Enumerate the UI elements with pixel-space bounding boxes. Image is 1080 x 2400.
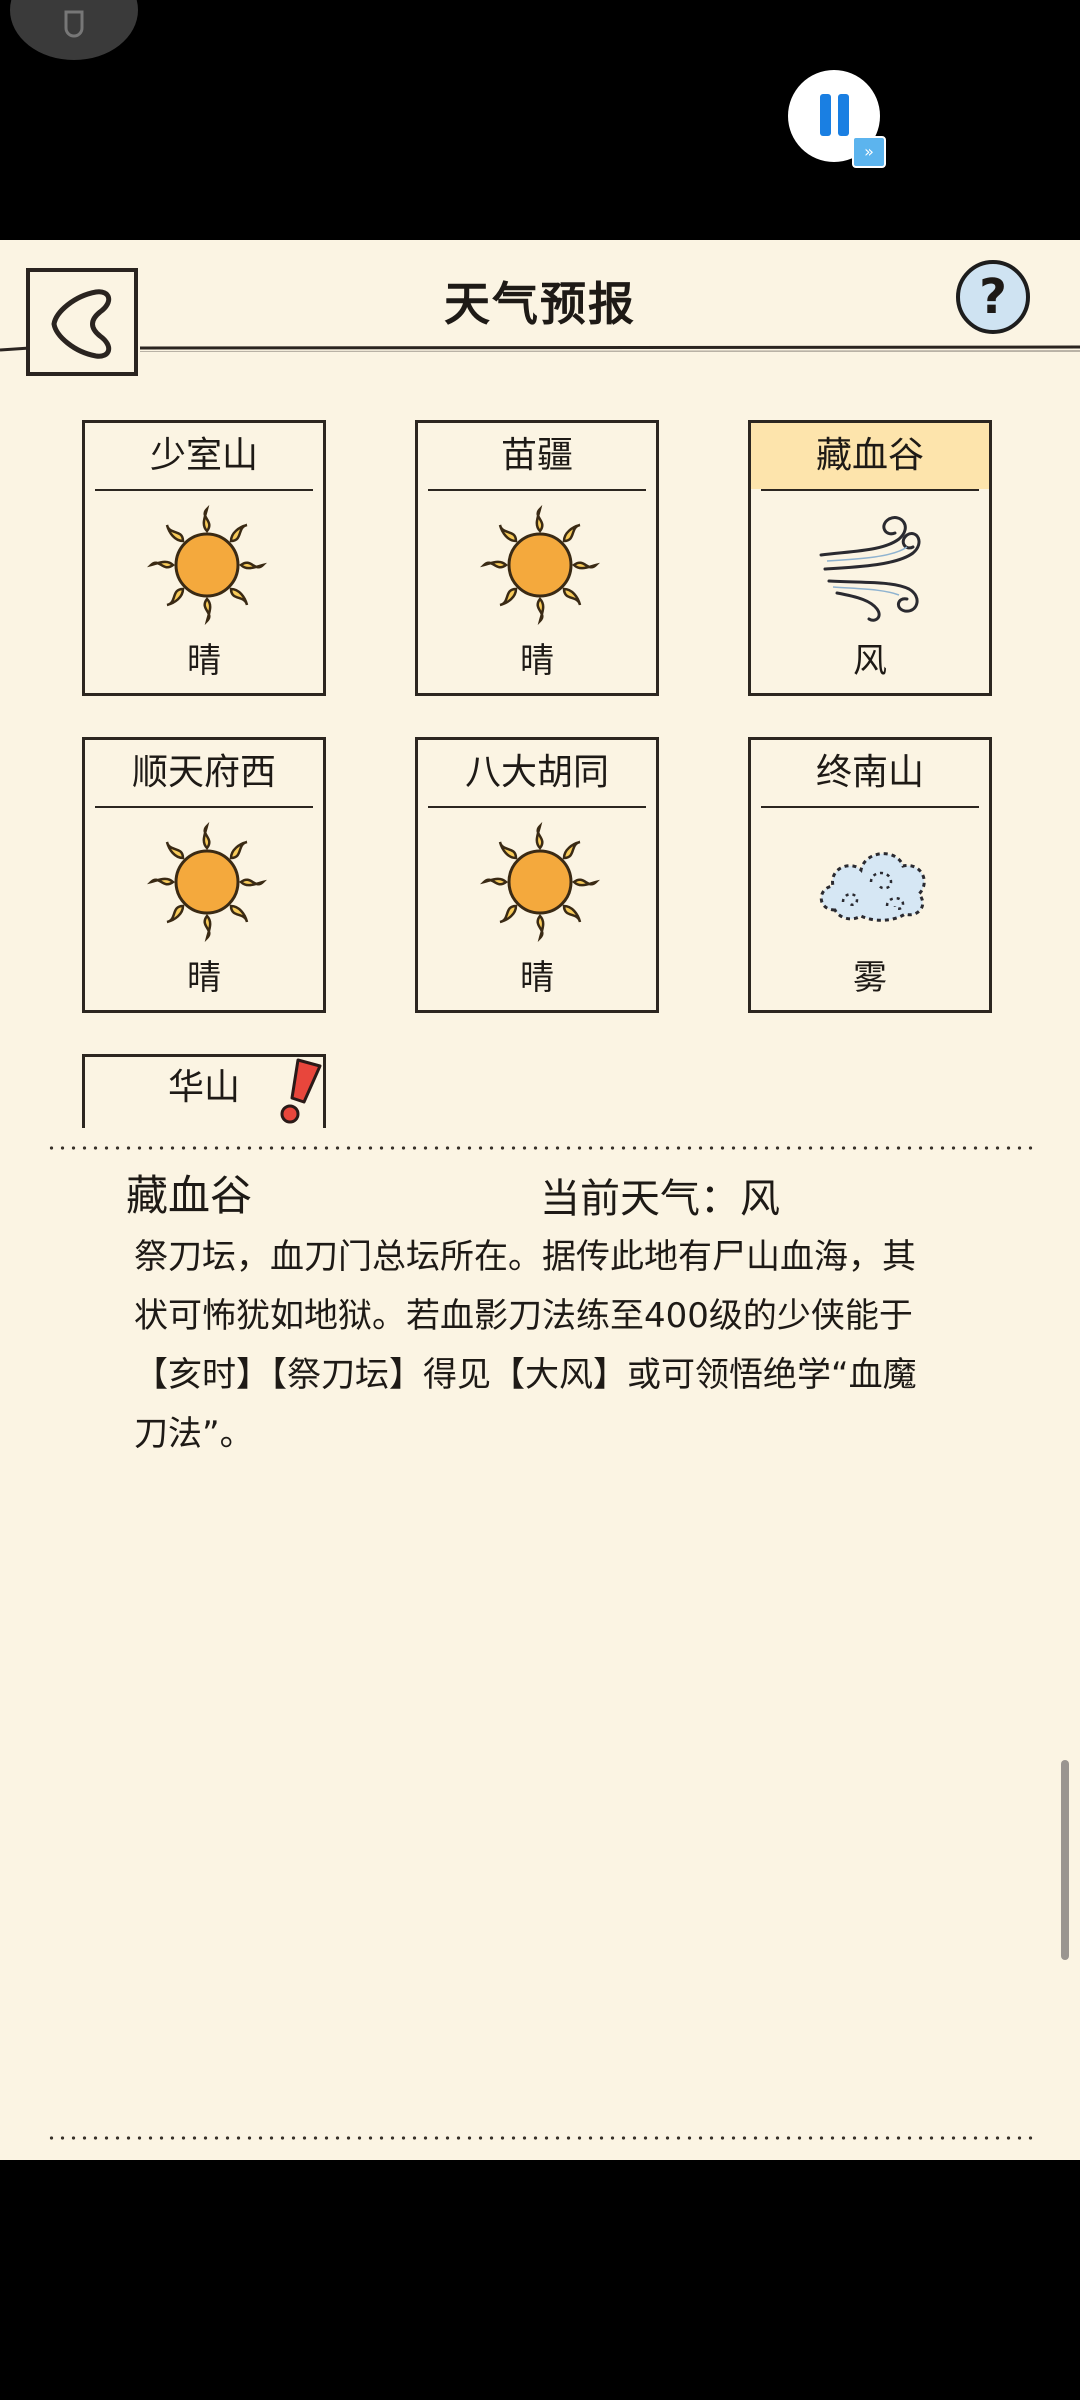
detail-location-name: 藏血谷	[126, 1171, 253, 1220]
section-divider	[46, 1146, 1036, 1150]
weather-condition: 雾	[853, 958, 887, 998]
sun-icon	[480, 505, 600, 625]
location-card-zhongnanshan[interactable]: 终南山 雾	[748, 737, 992, 1013]
weather-condition: 晴	[520, 641, 554, 681]
weather-condition: 晴	[187, 641, 221, 681]
pause-recording-button[interactable]: »	[788, 70, 886, 168]
weather-condition: 晴	[187, 958, 221, 998]
weather-condition: 晴	[520, 958, 554, 998]
bottom-divider	[46, 2136, 1036, 2140]
location-name: 八大胡同	[464, 752, 609, 793]
location-name: 终南山	[815, 752, 924, 793]
location-card-cangxuegu[interactable]: 藏血谷 风	[748, 420, 992, 696]
location-card-shuntianfuxi[interactable]: 顺天府西 晴	[82, 737, 326, 1013]
fog-icon	[819, 852, 926, 922]
wind-icon	[819, 516, 921, 622]
detail-current-weather: 当前天气：风	[540, 1176, 780, 1222]
weather-condition: 风	[853, 641, 887, 681]
fast-forward-icon: »	[852, 136, 886, 168]
location-name: 藏血谷	[751, 423, 989, 489]
lightbulb-icon	[64, 10, 84, 38]
detail-description: 祭刀坛，血刀门总坛所在。据传此地有尸山血海，其状可怖犹如地狱。若血影刀法练至40…	[134, 1237, 917, 1454]
location-name: 少室山	[149, 435, 258, 476]
sun-icon	[147, 822, 267, 942]
page-title: 天气预报	[444, 277, 636, 331]
help-button[interactable]: ?	[956, 260, 1030, 334]
location-name: 苗疆	[500, 435, 573, 476]
scrollbar[interactable]	[1061, 1760, 1069, 1960]
sun-icon	[480, 822, 600, 942]
title-divider	[0, 345, 1080, 352]
help-icon: ?	[979, 269, 1007, 325]
alert-icon	[280, 1058, 322, 1124]
location-card-shaoshishan[interactable]: 少室山 晴	[82, 420, 326, 696]
location-card-badahutong[interactable]: 八大胡同 晴	[415, 737, 659, 1013]
lightbulb-button[interactable]	[10, 0, 138, 60]
location-card-miaojiang[interactable]: 苗疆 晴	[415, 420, 659, 696]
sun-icon	[147, 505, 267, 625]
location-name: 顺天府西	[131, 752, 276, 793]
weather-page: 天气预报 ? 少室山 晴 苗疆 晴 藏血谷 风 顺天府西 晴 八大胡同 晴 终南…	[0, 240, 1080, 2160]
pause-icon	[820, 94, 831, 136]
